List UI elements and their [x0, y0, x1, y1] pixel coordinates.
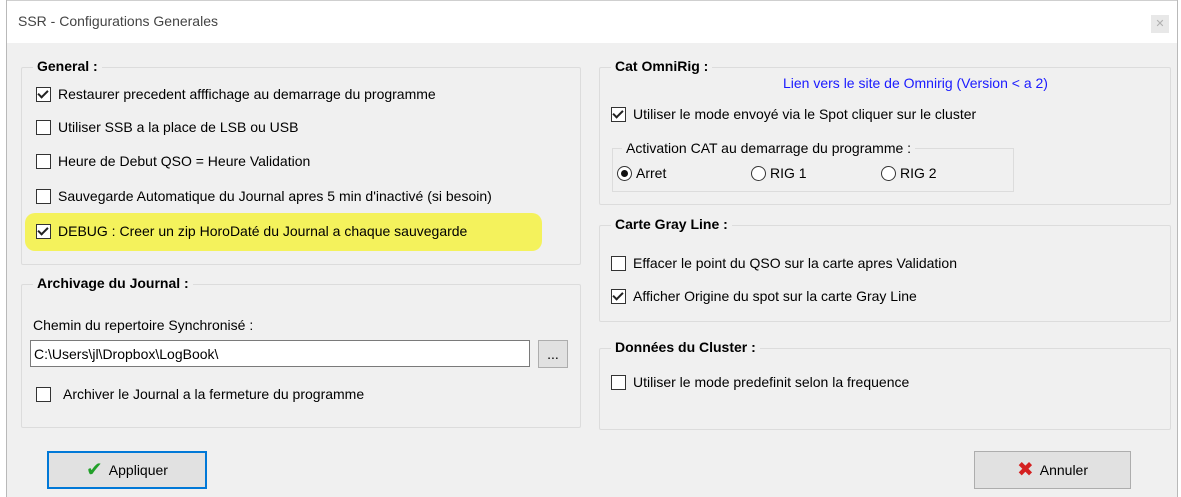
- grayline-group-title: Carte Gray Line :: [611, 216, 732, 232]
- radio-rig1[interactable]: RIG 1: [751, 165, 807, 181]
- radio-arret[interactable]: Arret: [617, 165, 666, 181]
- show-spot-origin-checkbox[interactable]: Afficher Origine du spot sur la carte Gr…: [611, 288, 917, 304]
- archive-on-close-checkbox[interactable]: Archiver le Journal a la fermeture du pr…: [36, 386, 364, 402]
- radio-arret-circle[interactable]: [617, 165, 632, 181]
- radio-rig1-label: RIG 1: [770, 165, 807, 181]
- restore-display-label: Restaurer precedent afffichage au demarr…: [58, 86, 436, 102]
- sync-path-input[interactable]: C:\Users\jl\Dropbox\LogBook\: [30, 340, 530, 367]
- predefined-mode-box[interactable]: [611, 374, 626, 390]
- cluster-group-title: Données du Cluster :: [611, 339, 760, 355]
- general-group-title: General :: [33, 58, 102, 74]
- qso-start-time-checkbox[interactable]: Heure de Debut QSO = Heure Validation: [36, 153, 310, 169]
- debug-zip-label: DEBUG : Creer un zip HoroDaté du Journal…: [58, 223, 468, 239]
- checkmark-icon: ✔: [86, 459, 103, 481]
- auto-save-checkbox[interactable]: Sauvegarde Automatique du Journal apres …: [36, 188, 492, 204]
- settings-window: SSR - Configurations Generales ✕ General…: [6, 0, 1178, 497]
- restore-display-checkbox[interactable]: Restaurer precedent afffichage au demarr…: [36, 86, 436, 102]
- cancel-button[interactable]: ✖ Annuler: [974, 451, 1131, 489]
- debug-zip-box[interactable]: [36, 223, 51, 239]
- qso-start-time-box[interactable]: [36, 153, 51, 169]
- debug-zip-checkbox[interactable]: DEBUG : Creer un zip HoroDaté du Journal…: [36, 223, 467, 239]
- cat-omnirig-group-title: Cat OmniRig :: [611, 58, 713, 74]
- close-icon[interactable]: ✕: [1151, 15, 1169, 33]
- apply-button-label: Appliquer: [108, 462, 168, 478]
- cancel-button-label: Annuler: [1039, 462, 1089, 478]
- use-spot-mode-box[interactable]: [611, 106, 626, 122]
- show-spot-origin-label: Afficher Origine du spot sur la carte Gr…: [633, 288, 917, 304]
- qso-start-time-label: Heure de Debut QSO = Heure Validation: [58, 153, 311, 169]
- radio-rig1-circle[interactable]: [751, 165, 766, 181]
- clear-qso-point-checkbox[interactable]: Effacer le point du QSO sur la carte apr…: [611, 255, 957, 271]
- archive-on-close-label: Archiver le Journal a la fermeture du pr…: [63, 386, 365, 402]
- radio-rig2-label: RIG 2: [900, 165, 937, 181]
- archive-group-title: Archivage du Journal :: [33, 275, 193, 291]
- use-ssb-label: Utiliser SSB a la place de LSB ou USB: [58, 119, 299, 135]
- omnirig-site-link[interactable]: Lien vers le site de Omnirig (Version < …: [783, 75, 1048, 91]
- title-bar: SSR - Configurations Generales ✕: [7, 0, 1177, 43]
- show-spot-origin-box[interactable]: [611, 288, 626, 304]
- use-ssb-box[interactable]: [36, 119, 51, 135]
- clear-qso-point-label: Effacer le point du QSO sur la carte apr…: [633, 255, 957, 271]
- restore-display-box[interactable]: [36, 86, 51, 102]
- use-ssb-checkbox[interactable]: Utiliser SSB a la place de LSB ou USB: [36, 119, 298, 135]
- window-title: SSR - Configurations Generales: [18, 13, 218, 29]
- apply-button[interactable]: ✔ Appliquer: [47, 451, 207, 489]
- clear-qso-point-box[interactable]: [611, 255, 626, 271]
- radio-arret-label: Arret: [636, 165, 667, 181]
- auto-save-label: Sauvegarde Automatique du Journal apres …: [58, 188, 492, 204]
- cat-activation-title: Activation CAT au demarrage du programme…: [622, 140, 916, 156]
- predefined-mode-checkbox[interactable]: Utiliser le mode predefinit selon la fre…: [611, 374, 909, 390]
- x-icon: ✖: [1016, 459, 1034, 481]
- radio-rig2[interactable]: RIG 2: [881, 165, 937, 181]
- sync-path-label: Chemin du repertoire Synchronisé :: [33, 317, 254, 333]
- radio-rig2-circle[interactable]: [881, 165, 896, 181]
- predefined-mode-label: Utiliser le mode predefinit selon la fre…: [633, 374, 910, 390]
- cat-activation-group: Activation CAT au demarrage du programme…: [612, 140, 1014, 192]
- use-spot-mode-label: Utiliser le mode envoyé via le Spot cliq…: [633, 106, 977, 122]
- browse-button[interactable]: ...: [538, 340, 568, 368]
- grayline-group: Carte Gray Line :: [599, 216, 1171, 322]
- use-spot-mode-checkbox[interactable]: Utiliser le mode envoyé via le Spot cliq…: [611, 106, 976, 122]
- auto-save-box[interactable]: [36, 188, 51, 204]
- archive-on-close-box[interactable]: [36, 386, 51, 402]
